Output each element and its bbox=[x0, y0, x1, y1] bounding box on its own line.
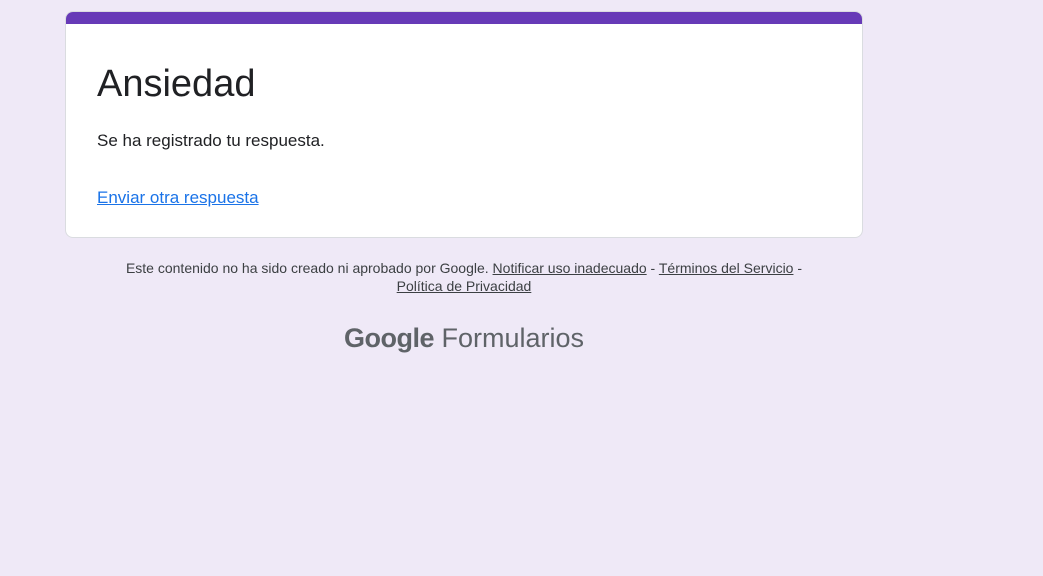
confirmation-message: Se ha registrado tu respuesta. bbox=[97, 131, 325, 150]
google-forms-logo[interactable]: Google Formularios bbox=[65, 320, 863, 356]
report-abuse-link[interactable]: Notificar uso inadecuado bbox=[493, 260, 647, 276]
submit-another-link[interactable]: Enviar otra respuesta bbox=[97, 187, 259, 209]
footer-separator: - bbox=[646, 260, 659, 276]
footer: Este contenido no ha sido creado ni apro… bbox=[65, 259, 863, 295]
form-title: Ansiedad bbox=[97, 63, 256, 105]
forms-wordmark: Formularios bbox=[441, 323, 585, 353]
privacy-link[interactable]: Política de Privacidad bbox=[397, 278, 532, 294]
footer-separator: - bbox=[793, 260, 803, 276]
card-accent-bar bbox=[66, 12, 862, 24]
terms-link[interactable]: Términos del Servicio bbox=[659, 260, 794, 276]
google-wordmark: Google bbox=[343, 323, 435, 353]
disclaimer-text: Este contenido no ha sido creado ni apro… bbox=[125, 260, 489, 276]
response-card: Ansiedad Se ha registrado tu respuesta. … bbox=[65, 11, 863, 238]
